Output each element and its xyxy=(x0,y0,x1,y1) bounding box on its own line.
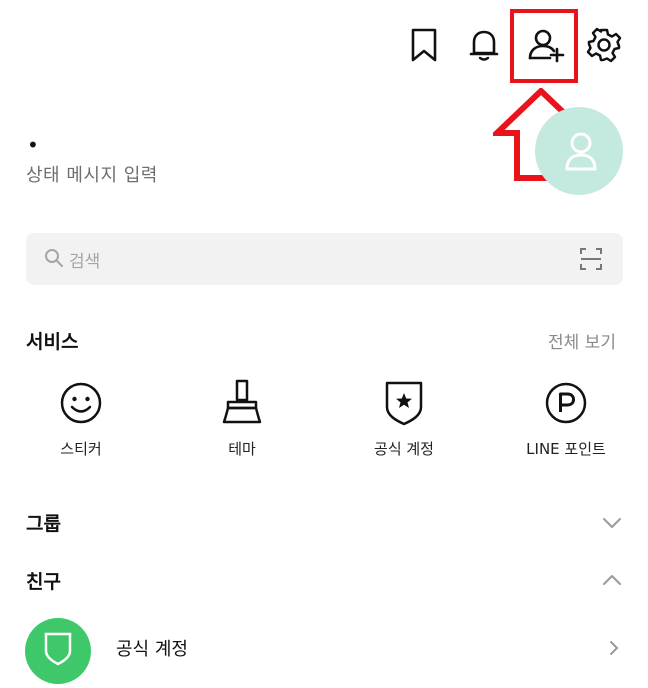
services-title: 서비스 xyxy=(26,331,79,353)
chevron-down-icon[interactable] xyxy=(602,516,622,530)
service-label: LINE 포인트 xyxy=(526,440,606,458)
service-label: 테마 xyxy=(228,440,256,458)
status-message-input[interactable]: 상태 메시지 입력 xyxy=(26,161,158,187)
service-stickers[interactable]: 스티커 xyxy=(21,378,141,462)
bookmark-icon xyxy=(411,28,437,62)
chevron-right-icon[interactable] xyxy=(608,640,620,656)
chevron-up-icon[interactable] xyxy=(602,573,622,587)
qr-scan-icon[interactable] xyxy=(579,247,603,271)
search-bar[interactable]: 검색 xyxy=(26,233,623,285)
service-official-accounts[interactable]: 공식 계정 xyxy=(344,378,464,462)
points-icon xyxy=(545,382,587,424)
friend-avatar[interactable] xyxy=(25,618,91,684)
service-line-points[interactable]: LINE 포인트 xyxy=(506,378,626,462)
bookmark-button[interactable] xyxy=(408,27,440,63)
shield-star-icon xyxy=(385,381,423,426)
search-icon xyxy=(45,249,63,267)
service-label: 공식 계정 xyxy=(374,440,434,458)
bell-icon xyxy=(469,30,499,61)
friend-name[interactable]: 공식 계정 xyxy=(116,635,188,661)
see-all-link[interactable]: 전체 보기 xyxy=(548,328,616,353)
profile-name[interactable]: • xyxy=(27,135,39,155)
notifications-button[interactable] xyxy=(467,27,501,63)
smiley-icon xyxy=(60,382,102,424)
service-themes[interactable]: 테마 xyxy=(182,378,302,462)
shield-icon xyxy=(44,632,72,666)
profile-avatar[interactable] xyxy=(535,107,623,195)
brush-icon xyxy=(222,379,262,424)
settings-button[interactable] xyxy=(585,26,623,64)
groups-title[interactable]: 그룹 xyxy=(26,509,61,536)
friends-title[interactable]: 친구 xyxy=(26,567,61,594)
service-label: 스티커 xyxy=(60,440,102,458)
search-placeholder: 검색 xyxy=(69,252,101,272)
default-profile-icon xyxy=(565,132,597,171)
highlight-box xyxy=(510,9,578,83)
settings-icon xyxy=(586,27,622,63)
